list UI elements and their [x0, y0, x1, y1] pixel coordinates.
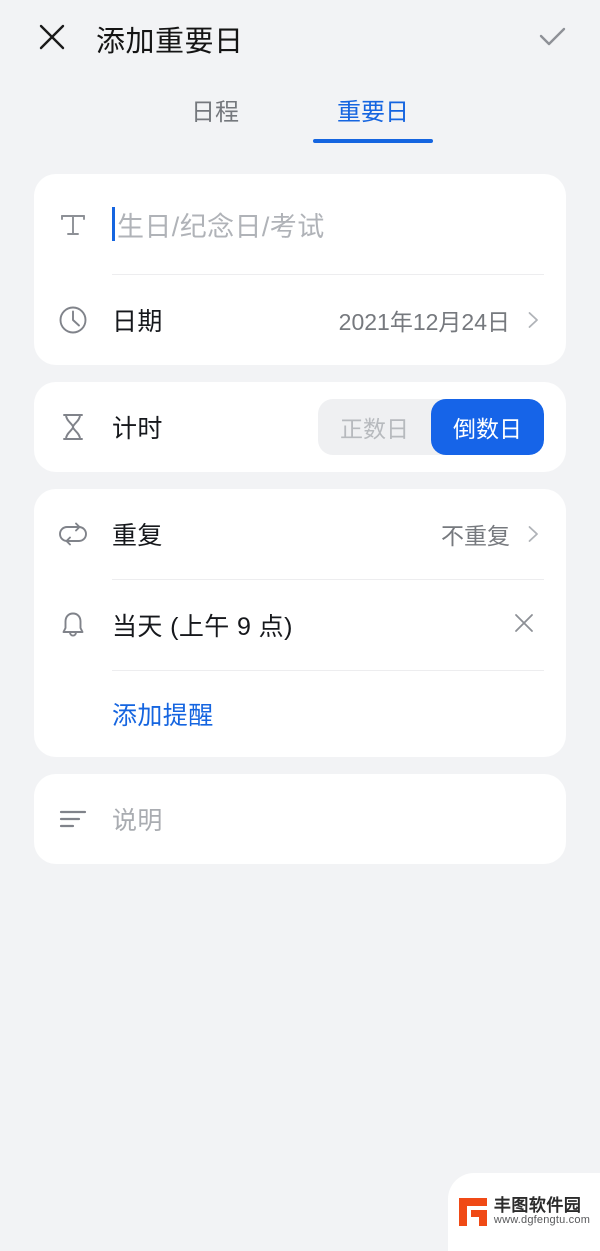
- title-input-row[interactable]: 生日/纪念日/考试: [56, 174, 544, 274]
- chevron-right-icon[interactable]: [522, 309, 544, 331]
- segment-count-up[interactable]: 正数日: [318, 399, 431, 455]
- date-value: 2021年12月24日: [338, 309, 510, 335]
- close-icon: [36, 21, 68, 58]
- remove-reminder-button[interactable]: [504, 605, 544, 645]
- date-label: 日期: [112, 308, 163, 336]
- confirm-button[interactable]: [528, 15, 576, 63]
- card-repeat-reminder: 重复 不重复 当天 (上午 9 点) 添加提醒: [34, 489, 566, 757]
- add-reminder-row[interactable]: 添加提醒: [56, 671, 544, 757]
- watermark-site-name: 丰图软件园: [493, 1196, 582, 1216]
- segment-countdown-label: 倒数日: [453, 416, 522, 442]
- tab-active-underline: [313, 139, 433, 143]
- repeat-row[interactable]: 重复 不重复: [56, 489, 544, 579]
- date-row[interactable]: 日期 2021年12月24日: [56, 275, 544, 365]
- description-lines-icon: [56, 802, 112, 836]
- timing-label: 计时: [112, 415, 163, 443]
- repeat-label: 重复: [112, 522, 163, 550]
- watermark-logo-icon: [458, 1197, 488, 1227]
- segment-countdown[interactable]: 倒数日: [431, 399, 544, 455]
- timing-row: 计时 正数日 倒数日: [56, 382, 544, 472]
- page-title: 添加重要日: [96, 26, 244, 58]
- clock-icon: [56, 303, 112, 337]
- text-format-icon: [56, 207, 112, 241]
- card-timing: 计时 正数日 倒数日: [34, 382, 566, 472]
- timing-segmented-control: 正数日 倒数日: [318, 399, 544, 455]
- description-placeholder: 说明: [112, 807, 163, 835]
- repeat-icon: [56, 517, 112, 551]
- hourglass-icon: [56, 410, 112, 444]
- reminder-label: 当天 (上午 9 点): [112, 613, 293, 641]
- chevron-right-icon[interactable]: [522, 523, 544, 545]
- segment-count-up-label: 正数日: [340, 416, 409, 442]
- tab-important-day[interactable]: 重要日: [313, 92, 433, 143]
- add-reminder-link[interactable]: 添加提醒: [112, 696, 214, 732]
- bell-icon: [56, 608, 112, 642]
- tab-bar: 日程 重要日: [0, 78, 600, 162]
- watermark-text: 丰图软件园 www.dgfengtu.com: [494, 1197, 590, 1226]
- app-bar: 添加重要日: [0, 0, 600, 78]
- description-row[interactable]: 说明: [56, 774, 544, 864]
- tab-schedule[interactable]: 日程: [181, 92, 249, 143]
- title-input[interactable]: 生日/纪念日/考试: [112, 205, 544, 244]
- check-icon: [534, 19, 570, 60]
- title-input-placeholder: 生日/纪念日/考试: [117, 211, 325, 242]
- reminder-row[interactable]: 当天 (上午 9 点): [56, 580, 544, 670]
- card-basic-info: 生日/纪念日/考试 日期 2021年12月24日: [34, 174, 566, 365]
- repeat-value: 不重复: [441, 523, 510, 549]
- tab-schedule-label: 日程: [191, 99, 239, 126]
- watermark-site-url: www.dgfengtu.com: [493, 1214, 591, 1227]
- close-icon: [512, 611, 536, 640]
- watermark: 丰图软件园 www.dgfengtu.com: [448, 1173, 600, 1251]
- card-description: 说明: [34, 774, 566, 864]
- form-content: 生日/纪念日/考试 日期 2021年12月24日 计时 正数日 倒数日 重复 不…: [0, 162, 600, 864]
- close-button[interactable]: [30, 17, 74, 61]
- tab-important-day-label: 重要日: [337, 99, 409, 126]
- text-caret: [112, 207, 115, 241]
